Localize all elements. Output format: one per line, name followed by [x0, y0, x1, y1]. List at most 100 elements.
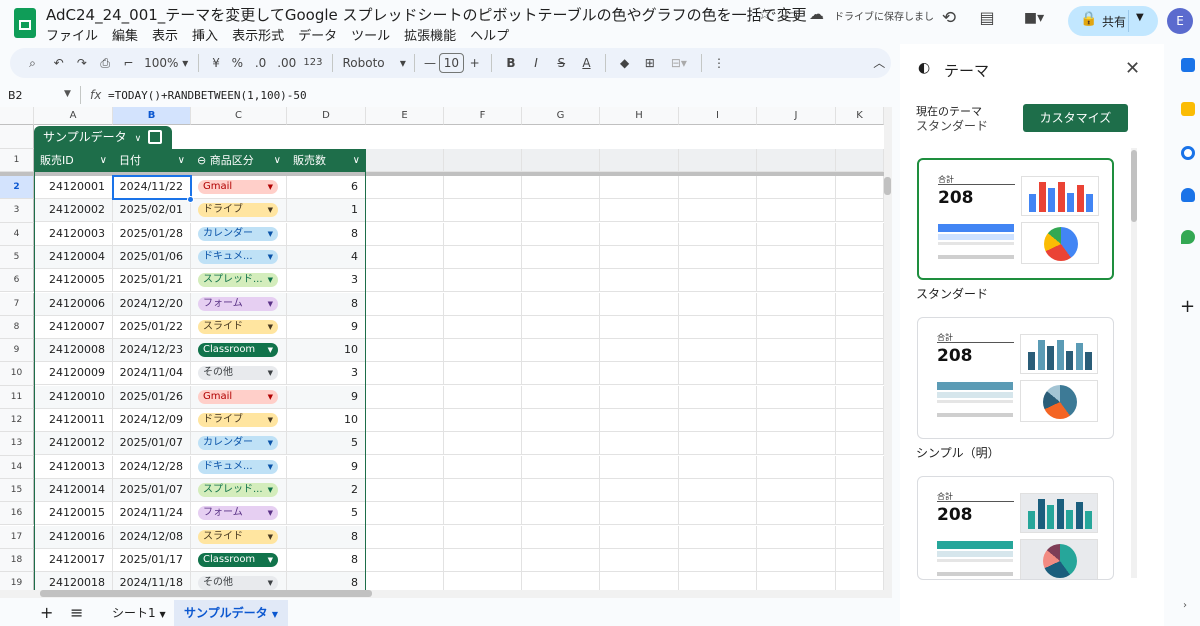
chip-dropdown-icon[interactable]: ▼: [268, 530, 273, 544]
font-size-decrease-button[interactable]: —: [421, 48, 438, 78]
cell-empty[interactable]: [836, 269, 884, 293]
document-title[interactable]: AdC24_24_001_テーマを変更してGoogle スプレッドシートのピボッ…: [46, 4, 807, 25]
cell-empty[interactable]: [366, 315, 444, 339]
theme-name-label[interactable]: シンプル（明）: [916, 444, 1000, 461]
cell-empty[interactable]: [366, 502, 444, 526]
cell-sale-id[interactable]: 24120018: [34, 572, 113, 590]
cell-empty[interactable]: [522, 455, 600, 479]
row-header-11[interactable]: 11: [0, 385, 34, 409]
column-header-j[interactable]: J: [757, 107, 836, 125]
cell-sale-id[interactable]: 24120010: [34, 385, 113, 409]
cell-quantity[interactable]: 5: [287, 502, 366, 526]
cell-quantity[interactable]: 9: [287, 315, 366, 339]
category-chip[interactable]: その他 ▼: [198, 366, 278, 381]
cell-empty[interactable]: [444, 455, 522, 479]
cell-empty[interactable]: [757, 315, 836, 339]
keep-icon[interactable]: [1181, 102, 1195, 116]
cell-empty[interactable]: [522, 222, 600, 246]
customize-button[interactable]: カスタマイズ: [1023, 104, 1128, 132]
cell-empty[interactable]: [600, 548, 679, 572]
avatar[interactable]: E: [1167, 8, 1193, 34]
chip-dropdown-icon[interactable]: ▼: [268, 180, 273, 194]
cell-sale-id[interactable]: 24120006: [34, 292, 113, 316]
cell-empty[interactable]: [366, 269, 444, 293]
category-chip[interactable]: Classroom ▼: [198, 343, 278, 358]
column-header-h[interactable]: H: [600, 107, 679, 125]
cell-category[interactable]: カレンダー ▼: [191, 222, 287, 246]
menu-file[interactable]: ファイル: [46, 25, 98, 44]
cell-empty[interactable]: [444, 292, 522, 316]
fill-color-icon[interactable]: ◆: [612, 48, 637, 78]
row-header-15[interactable]: 15: [0, 478, 34, 503]
category-chip[interactable]: Gmail ▼: [198, 389, 278, 404]
decrease-decimal-button[interactable]: .0: [248, 48, 273, 78]
cell-empty[interactable]: [522, 292, 600, 316]
cell-sale-id[interactable]: 24120005: [34, 269, 113, 293]
category-chip[interactable]: カレンダー ▼: [198, 436, 278, 451]
cell-empty[interactable]: [836, 339, 884, 363]
theme-card-1[interactable]: 合計 208: [917, 158, 1114, 280]
name-box[interactable]: B2: [8, 89, 23, 102]
strikethrough-button[interactable]: S: [549, 48, 574, 78]
chip-dropdown-icon[interactable]: ▼: [268, 343, 273, 357]
cell-empty[interactable]: [366, 478, 444, 502]
cell-empty[interactable]: [522, 502, 600, 526]
cell-empty[interactable]: [444, 502, 522, 526]
sheet-tab-sample-data[interactable]: サンプルデータ ▼: [174, 600, 288, 626]
cell-sale-id[interactable]: 24120016: [34, 525, 113, 549]
cell-quantity[interactable]: 8: [287, 548, 366, 572]
table-header-2[interactable]: ⊖ 商品区分 ∨: [191, 149, 287, 172]
chip-dropdown-icon[interactable]: ▼: [268, 366, 273, 380]
borders-icon[interactable]: ⊞: [637, 48, 662, 78]
cell-sale-id[interactable]: 24120007: [34, 315, 113, 339]
table-header-1[interactable]: 日付 ∨: [113, 149, 191, 172]
cell-empty[interactable]: [836, 409, 884, 432]
cell-empty[interactable]: [444, 362, 522, 386]
row-header-12[interactable]: 12: [0, 409, 34, 433]
cell-date[interactable]: 2025/01/07: [113, 478, 191, 502]
cell-empty[interactable]: [600, 199, 679, 223]
cell-empty[interactable]: [836, 245, 884, 269]
font-size-increase-button[interactable]: +: [464, 48, 485, 78]
row-header-1[interactable]: 1: [0, 149, 34, 172]
row-header-3[interactable]: 3: [0, 199, 34, 223]
cell-empty[interactable]: [757, 525, 836, 549]
cell-empty[interactable]: [522, 478, 600, 502]
column-header-b[interactable]: B: [113, 107, 191, 125]
menu-help[interactable]: ヘルプ: [470, 25, 509, 44]
cell-date[interactable]: 2025/01/26: [113, 385, 191, 409]
cell-empty[interactable]: [600, 362, 679, 386]
increase-decimal-button[interactable]: .00: [273, 48, 300, 78]
cell-empty[interactable]: [600, 409, 679, 432]
column-header-k[interactable]: K: [836, 107, 884, 125]
cell-sale-id[interactable]: 24120008: [34, 339, 113, 363]
cell-empty[interactable]: [522, 245, 600, 269]
cell-header-row[interactable]: [444, 149, 522, 172]
column-header-d[interactable]: D: [287, 107, 366, 125]
contacts-icon[interactable]: [1181, 188, 1195, 202]
cell-empty[interactable]: [444, 222, 522, 246]
chip-dropdown-icon[interactable]: ▼: [268, 436, 273, 450]
collapse-toolbar-icon[interactable]: ︿: [868, 48, 891, 78]
table-menu-chevron-icon[interactable]: ∨: [135, 134, 142, 144]
cell-header-row[interactable]: [522, 149, 600, 172]
chip-dropdown-icon[interactable]: ▼: [268, 413, 273, 427]
formula-input[interactable]: =TODAY()+RANDBETWEEN(1,100)-50: [108, 89, 307, 102]
cell-empty[interactable]: [522, 315, 600, 339]
row-header-6[interactable]: 6: [0, 269, 34, 293]
cell-date[interactable]: 2024/12/28: [113, 455, 191, 479]
cell-sale-id[interactable]: 24120012: [34, 432, 113, 456]
merge-cells-icon[interactable]: ⊟▾: [662, 48, 695, 78]
cell-date[interactable]: 2025/01/28: [113, 222, 191, 246]
cell-sale-id[interactable]: 24120017: [34, 548, 113, 572]
cell-date[interactable]: 2025/02/01: [113, 199, 191, 223]
cell-empty[interactable]: [600, 502, 679, 526]
chip-dropdown-icon[interactable]: ▼: [268, 273, 273, 287]
cell-date[interactable]: 2024/12/08: [113, 525, 191, 549]
theme-name-label[interactable]: スタンダード: [916, 285, 988, 302]
move-folder-icon[interactable]: ▭: [784, 4, 798, 24]
cell-quantity[interactable]: 3: [287, 362, 366, 386]
menu-insert[interactable]: 挿入: [192, 25, 218, 44]
cell-empty[interactable]: [836, 502, 884, 526]
cell-empty[interactable]: [757, 478, 836, 502]
